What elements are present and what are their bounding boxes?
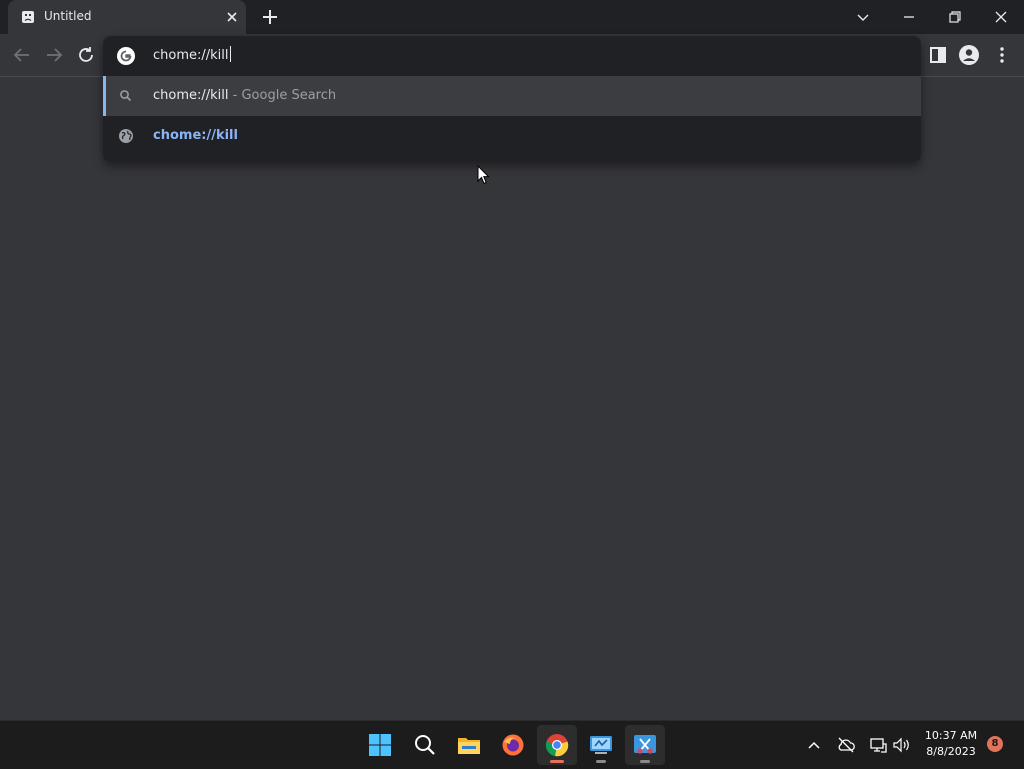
chevron-up-icon[interactable]	[804, 735, 824, 755]
chrome-button[interactable]	[537, 725, 577, 765]
forward-arrow-icon[interactable]	[43, 44, 65, 66]
search-icon	[415, 735, 435, 755]
back-arrow-icon[interactable]	[11, 44, 33, 66]
clock-date[interactable]: 8/8/2023	[918, 745, 984, 758]
firefox-icon	[502, 734, 524, 756]
new-tab-icon[interactable]	[261, 8, 279, 26]
cloud-offline-icon[interactable]	[836, 735, 856, 755]
snipping-tool-button[interactable]	[625, 725, 665, 765]
taskbar	[0, 720, 1024, 769]
snipping-tool-icon	[634, 735, 656, 754]
file-explorer-icon	[458, 738, 480, 754]
globe-icon	[119, 129, 133, 143]
control-panel-button[interactable]	[581, 725, 621, 765]
windows-start-button[interactable]	[360, 725, 400, 765]
suggestion-search[interactable]: chome://kill - Google Search	[103, 76, 921, 116]
windows-start-icon	[369, 734, 391, 756]
omnibox-popup: chome://kill chome://kill - Google Searc…	[103, 36, 921, 162]
profile-icon[interactable]	[958, 44, 980, 66]
side-panel-icon[interactable]	[927, 44, 949, 66]
omnibox[interactable]: chome://kill	[103, 36, 921, 76]
firefox-button[interactable]	[493, 725, 533, 765]
suggestion-description: Google Search	[241, 88, 337, 103]
suggestion-text: chome://kill - Google Search	[153, 88, 337, 103]
volume-icon[interactable]	[891, 735, 911, 755]
suggestion-url-text: chome://kill	[153, 128, 238, 143]
kebab-menu-icon[interactable]	[991, 44, 1013, 66]
running-app-indicator	[596, 760, 606, 763]
file-explorer-button[interactable]	[449, 725, 489, 765]
sad-page-icon	[22, 11, 34, 23]
chrome-icon	[545, 734, 569, 757]
suggestion-url[interactable]: chome://kill	[103, 116, 921, 156]
google-logo-icon	[117, 47, 135, 65]
tab-strip: Untitled	[0, 0, 1024, 34]
tab-close-icon[interactable]	[224, 9, 240, 25]
close-icon[interactable]	[990, 6, 1012, 28]
notification-badge[interactable]: 8	[987, 736, 1003, 752]
network-icon[interactable]	[868, 735, 888, 755]
omnibox-input[interactable]: chome://kill	[153, 46, 231, 63]
text-caret	[229, 46, 231, 62]
minimize-icon[interactable]	[898, 6, 920, 28]
running-app-indicator	[640, 760, 650, 763]
tab-title: Untitled	[44, 9, 92, 23]
mouse-cursor-icon	[477, 165, 490, 185]
tab-untitled[interactable]: Untitled	[8, 0, 246, 34]
control-panel-icon	[590, 736, 612, 754]
clock-time[interactable]: 10:37 AM	[918, 729, 984, 742]
chevron-down-icon[interactable]	[852, 6, 874, 28]
reload-icon[interactable]	[75, 44, 97, 66]
taskbar-search-button[interactable]	[405, 725, 445, 765]
search-icon	[120, 90, 132, 102]
active-app-indicator	[550, 760, 564, 763]
restore-icon[interactable]	[944, 6, 966, 28]
